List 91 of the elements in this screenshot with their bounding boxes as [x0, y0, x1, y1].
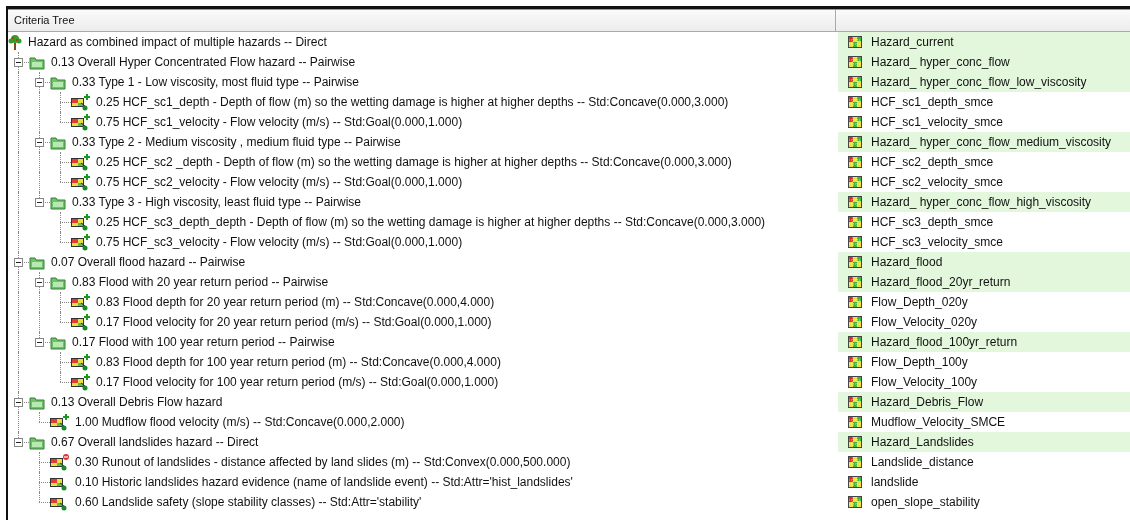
raster-map-icon — [848, 236, 862, 248]
raster-map-icon — [848, 456, 862, 468]
raster-map-icon — [848, 496, 862, 508]
output-map-cell: HCF_sc2_velocity_smce — [871, 175, 1004, 189]
tree-node-label[interactable]: 0.17 Flood velocity for 20 year return period (m/s) -- Std:Goal(0.000,1.000) — [94, 315, 494, 329]
raster-map-icon — [848, 56, 862, 68]
output-map-name: Hazard_current — [871, 35, 954, 49]
output-map-cell: landslide — [871, 475, 919, 489]
raster-map-icon — [848, 256, 862, 268]
tree-node-label[interactable]: 0.75 HCF_sc1_velocity - Flow velocity (m/s) -- Std:Goal(0.000,1.000) — [94, 115, 465, 129]
expander-button[interactable] — [35, 77, 44, 87]
tree-node-label[interactable]: 0.33 Type 1 - Low viscosity, most fluid type -- Pairwise — [70, 75, 361, 89]
expander-button[interactable] — [35, 137, 44, 147]
expander-button[interactable] — [35, 197, 44, 207]
output-map-cell: Flow_Velocity_020y — [871, 315, 978, 329]
output-map-name: Hazard_ hyper_conc_flow_high_viscosity — [871, 195, 1092, 209]
tree-node-label[interactable]: 0.13 Overall Hyper Concentrated Flow hazard -- Pairwise — [49, 55, 358, 69]
raster-map-icon — [848, 436, 862, 448]
folder-icon — [29, 434, 45, 450]
raster-map-icon — [848, 416, 862, 428]
output-map-cell: Flow_Velocity_100y — [871, 375, 978, 389]
output-map-cell: Flow_Depth_020y — [871, 295, 968, 309]
folder-icon — [50, 274, 66, 290]
raster-map-icon — [848, 316, 862, 328]
folder-icon — [50, 134, 66, 150]
tree-icon — [8, 34, 22, 50]
raster-map-icon — [848, 76, 862, 88]
folder-icon — [29, 54, 45, 70]
tree-node-label[interactable]: Hazard as combined impact of multiple hazards -- Direct — [26, 35, 329, 49]
raster-map-icon — [848, 96, 862, 108]
expander-button[interactable] — [35, 277, 44, 287]
tree-node-label[interactable]: 0.75 HCF_sc2_velocity - Flow velocity (m/s) -- Std:Goal(0.000,1.000) — [94, 175, 465, 189]
output-map-name: Hazard_flood — [871, 255, 943, 269]
raster-map-icon — [848, 216, 862, 228]
tree-node-label[interactable]: 0.30 Runout of landslides - distance affected by land slides (m) -- Std:Convex(0.000,500.000) — [73, 455, 573, 469]
tree-node-label[interactable]: 0.07 Overall flood hazard -- Pairwise — [49, 255, 248, 269]
raster-map-icon — [848, 336, 862, 348]
output-map-name: Hazard_ hyper_conc_flow_low_viscosity — [871, 75, 1087, 89]
raster-map-icon — [848, 196, 862, 208]
tree-node-label[interactable]: 0.83 Flood depth for 100 year return period (m) -- Std:Concave(0.000,4.000) — [94, 355, 503, 369]
tree-node-label[interactable]: 0.13 Overall Debris Flow hazard — [49, 395, 225, 409]
output-map-name: Hazard_Landslides — [871, 435, 974, 449]
tree-node-label[interactable]: 0.17 Flood with 100 year return period -- Pairwise — [70, 335, 337, 349]
output-map-cell: HCF_sc3_velocity_smce — [871, 235, 1004, 249]
output-map-cell: HCF_sc3_depth_smce — [871, 215, 994, 229]
output-map-cell: open_slope_stability — [871, 495, 980, 509]
tree-node-label[interactable]: 0.25 HCF_sc2 _depth - Depth of flow (m) so the wetting damage is higher at higher depths -- Std:Concave(0.000,3.000) — [94, 155, 734, 169]
output-map-name: Hazard_flood_100yr_return — [871, 335, 1018, 349]
expander-button[interactable] — [14, 437, 23, 447]
raster-map-icon — [848, 36, 862, 48]
raster-map-icon — [848, 156, 862, 168]
tree-node-label[interactable]: 0.83 Flood with 20 year return period -- Pairwise — [70, 275, 331, 289]
tree-node-label[interactable]: 0.67 Overall landslides hazard -- Direct — [49, 435, 261, 449]
tree-node-label[interactable]: 1.00 Mudflow flood velocity (m/s) -- Std:Concave(0.000,2.000) — [73, 415, 407, 429]
output-map-cell: Mudflow_Velocity_SMCE — [871, 415, 1006, 429]
output-map-cell: Flow_Depth_100y — [871, 355, 968, 369]
raster-map-icon — [848, 136, 862, 148]
folder-icon — [50, 194, 66, 210]
tree-node-label[interactable]: 0.17 Flood velocity for 100 year return period (m/s) -- Std:Goal(0.000,1.000) — [94, 375, 501, 389]
folder-icon — [29, 254, 45, 270]
tree-node-label[interactable]: 0.25 HCF_sc3_depth_depth - Depth of flow (m) so the wetting damage is higher at higher depths -- Std:Concave(0.000,3.000) — [94, 215, 768, 229]
output-map-cell: HCF_sc1_depth_smce — [871, 95, 994, 109]
tree-node-label[interactable]: 0.33 Type 2 - Medium viscosity , medium fluid type -- Pairwise — [70, 135, 403, 149]
tree-node-label[interactable]: 0.60 Landslide safety (slope stability classes) -- Std:Attr='stability' — [73, 495, 424, 509]
expander-button[interactable] — [35, 337, 44, 347]
expander-button[interactable] — [14, 57, 23, 67]
raster-map-icon — [848, 176, 862, 188]
output-map-name: Hazard_ hyper_conc_flow — [871, 55, 1010, 69]
expander-button[interactable] — [14, 397, 23, 407]
raster-map-icon — [848, 376, 862, 388]
output-map-name: Hazard_Debris_Flow — [871, 395, 984, 409]
expander-button[interactable] — [14, 257, 23, 267]
tree-node-label[interactable]: 0.83 Flood depth for 20 year return period (m) -- Std:Concave(0.000,4.000) — [94, 295, 497, 309]
folder-icon — [50, 74, 66, 90]
raster-map-icon — [848, 396, 862, 408]
tree-node-label[interactable]: 0.10 Historic landslides hazard evidence (name of landslide event) -- Std:Attr='hist_landslides' — [73, 475, 575, 489]
output-map-cell: Landslide_distance — [871, 455, 974, 469]
tree-node-label[interactable]: 0.33 Type 3 - High viscosity, least fluid type -- Pairwise — [70, 195, 363, 209]
output-map-cell: HCF_sc1_velocity_smce — [871, 115, 1004, 129]
folder-icon — [29, 394, 45, 410]
output-map-name: Hazard_ hyper_conc_flow_medium_viscosity — [871, 135, 1112, 149]
raster-map-icon — [848, 276, 862, 288]
folder-icon — [50, 334, 66, 350]
raster-map-icon — [848, 116, 862, 128]
raster-map-icon — [848, 476, 862, 488]
output-map-name: Hazard_flood_20yr_return — [871, 275, 1011, 289]
tree-node-label[interactable]: 0.25 HCF_sc1_depth - Depth of flow (m) so the wetting damage is higher at higher depths -- Std:Concave(0.000,3.000) — [94, 95, 731, 109]
output-map-cell: HCF_sc2_depth_smce — [871, 155, 994, 169]
tree-node-label[interactable]: 0.75 HCF_sc3_velocity - Flow velocity (m/s) -- Std:Goal(0.000,1.000) — [94, 235, 465, 249]
raster-map-icon — [848, 356, 862, 368]
raster-map-icon — [848, 296, 862, 308]
